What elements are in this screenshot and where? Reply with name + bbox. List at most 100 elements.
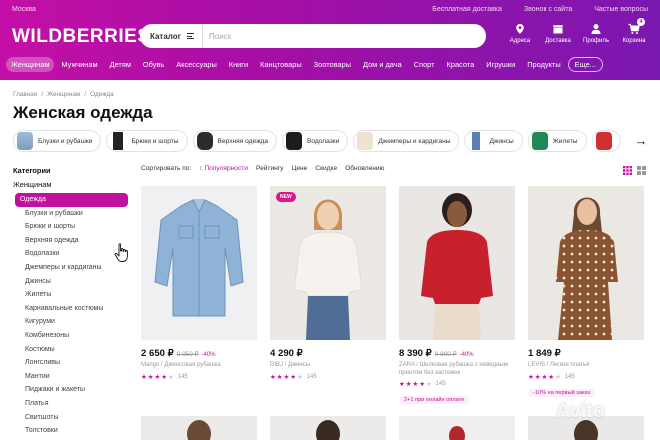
product-card[interactable]: 2 650 ₽ 9 950 ₽ -40% Mango / Джинсовая р… [141, 186, 257, 381]
sidebar-item-costumes[interactable]: Карнавальные костюмы [13, 302, 135, 316]
sidebar-item-longsleeves[interactable]: Лонгсливы [13, 356, 135, 370]
grid-view-icon[interactable] [623, 166, 632, 175]
cart-button[interactable]: 4 Корзина [620, 18, 648, 44]
sidebar-item-dresses[interactable]: Платья [13, 397, 135, 411]
nav-item-more[interactable]: Еще... [567, 56, 603, 72]
chip-outerwear[interactable]: Верхняя одежда [192, 130, 278, 152]
product-photo[interactable] [399, 186, 515, 340]
star-icon: ★ [296, 373, 303, 381]
star-icon: ★ [283, 373, 290, 381]
review-count: 145 [306, 373, 317, 380]
header: Москва Бесплатная доставка Звонок с сайт… [0, 0, 660, 80]
top-line: Москва Бесплатная доставка Звонок с сайт… [12, 4, 648, 16]
free-delivery-link[interactable]: Бесплатная доставка [432, 6, 502, 13]
product-card[interactable]: 8 390 ₽ 9 990 ₽ -40% ZARA / Шелковая руб… [399, 186, 515, 406]
chip-trousers[interactable]: Брюки и шорты [106, 130, 188, 152]
breadcrumb: Главная / Женщинам / Одежда [13, 91, 114, 98]
breadcrumb-home[interactable]: Главная [13, 91, 37, 98]
callback-link[interactable]: Звонок с сайта [524, 6, 572, 13]
sidebar-item-jeans[interactable]: Джинсы [13, 275, 135, 289]
chip-sweaters[interactable]: Джемперы и кардиганы [353, 130, 460, 152]
chip-turtlenecks[interactable]: Водолазки [282, 130, 349, 152]
star-icon: ★ [554, 373, 561, 381]
catalog-button[interactable]: Каталог [140, 24, 203, 48]
star-icon: ★ [141, 373, 147, 381]
sidebar-item-sweaters[interactable]: Джемперы и кардиганы [13, 261, 135, 275]
denim-shirt-image [154, 199, 244, 317]
addresses-label: Адреса [509, 38, 531, 44]
model-red-shirt-image [421, 193, 493, 340]
star-icon: ★ [290, 373, 296, 381]
search-input[interactable] [203, 31, 403, 41]
product-name[interactable]: Mango / Джинсовая рубашка [141, 362, 257, 370]
product-card[interactable]: NEW 4 290 ₽ DIBJ / Джинсы ★ ★ ★ ★ ★ 145 [270, 186, 386, 381]
breadcrumb-clothing[interactable]: Одежда [90, 91, 114, 98]
sort-update[interactable]: Обновлению [345, 165, 384, 172]
sidebar-item-hoodies[interactable]: Толстовки [13, 424, 135, 438]
chip-dresses[interactable] [591, 130, 621, 152]
nav-item-men[interactable]: Мужчинам [56, 57, 102, 72]
sidebar-item-trousers[interactable]: Брюки и шорты [13, 220, 135, 234]
nav-item-shoes[interactable]: Обувь [138, 57, 169, 72]
chip-label: Джемперы и кардиганы [378, 137, 451, 145]
nav-item-food[interactable]: Продукты [522, 57, 565, 72]
sort-discount[interactable]: Скидке [315, 165, 337, 172]
sidebar-item-jumpsuits[interactable]: Комбинезоны [13, 329, 135, 343]
vest-thumbnail [531, 132, 548, 150]
sidebar-item-vests[interactable]: Жилеты [13, 288, 135, 302]
sidebar-item-jackets[interactable]: Пиджаки и жакеты [13, 383, 135, 397]
product-photo[interactable]: NEW [270, 186, 386, 340]
sort-rating[interactable]: Рейтингу [256, 165, 284, 172]
sidebar-item-sweatshirts[interactable]: Свитшоты [13, 411, 135, 425]
delivery-button[interactable]: Доставка [544, 23, 572, 44]
main-nav: Женщинам Мужчинам Детям Обувь Аксессуары… [6, 56, 603, 72]
nav-item-beauty[interactable]: Красота [442, 57, 480, 72]
product-photo-cropped[interactable] [399, 416, 515, 440]
chip-vests[interactable]: Жилеты [527, 130, 587, 152]
sidebar-parent-category[interactable]: Женщинам [13, 180, 135, 189]
sidebar-item-kigurumi[interactable]: Кигуруми [13, 315, 135, 329]
product-photo-cropped[interactable] [270, 416, 386, 440]
sidebar-item-blouses[interactable]: Блузки и рубашки [13, 207, 135, 221]
nav-item-accessories[interactable]: Аксессуары [171, 57, 222, 72]
product-name[interactable]: ZARA / Шелковая рубашка с невидным принт… [399, 362, 515, 377]
nav-item-pet-goods[interactable]: Зоотовары [309, 57, 356, 72]
nav-item-toys[interactable]: Игрушки [481, 57, 520, 72]
nav-item-women[interactable]: Женщинам [6, 56, 55, 72]
product-photo-cropped[interactable] [141, 416, 257, 440]
sweater-thumbnail [357, 132, 374, 150]
star-icon: ★ [270, 373, 276, 381]
blouse-thumbnail [17, 132, 33, 150]
sidebar-item-mantles[interactable]: Мантии [13, 370, 135, 384]
star-icon: ★ [528, 373, 534, 381]
chips-next-arrow-icon[interactable]: → [630, 133, 652, 151]
profile-button[interactable]: Профиль [582, 23, 610, 44]
nav-item-stationery[interactable]: Канцтовары [255, 57, 307, 72]
sidebar-item-suits[interactable]: Костюмы [13, 343, 135, 357]
delivery-label: Доставка [545, 38, 571, 44]
product-card[interactable]: 1 849 ₽ LEVIS / Легкие платья ★ ★ ★ ★ ★ 145 … [528, 186, 644, 399]
chip-jeans[interactable]: Джинсы [464, 130, 523, 152]
product-photo[interactable] [141, 186, 257, 340]
city-selector[interactable]: Москва [12, 6, 36, 13]
sort-price[interactable]: Цене [291, 165, 307, 172]
product-photo[interactable] [528, 186, 644, 340]
nav-item-home-garden[interactable]: Дом и дача [358, 57, 407, 72]
sidebar-item-clothing[interactable]: Одежда [15, 193, 128, 207]
star-icon: ★ [161, 373, 167, 381]
chip-label: Блузки и рубашки [38, 137, 93, 145]
chip-blouses[interactable]: Блузки и рубашки [13, 130, 102, 152]
product-name[interactable]: LEVIS / Легкие платья [528, 362, 644, 370]
nav-item-kids[interactable]: Детям [105, 57, 136, 72]
nav-item-books[interactable]: Книги [224, 57, 253, 72]
sort-popularity[interactable]: ↕ Популярности [199, 165, 248, 172]
addresses-button[interactable]: Адреса [506, 23, 534, 44]
category-chips: Блузки и рубашки Брюки и шорты Верхняя о… [13, 130, 621, 152]
logo[interactable]: WILDBERRIES [12, 26, 151, 48]
large-grid-view-icon[interactable] [637, 166, 646, 175]
breadcrumb-women[interactable]: Женщинам [47, 91, 80, 98]
product-name[interactable]: DIBJ / Джинсы [270, 362, 386, 370]
faq-link[interactable]: Частые вопросы [594, 6, 648, 13]
price-line: 4 290 ₽ [270, 348, 386, 359]
nav-item-sport[interactable]: Спорт [409, 57, 440, 72]
